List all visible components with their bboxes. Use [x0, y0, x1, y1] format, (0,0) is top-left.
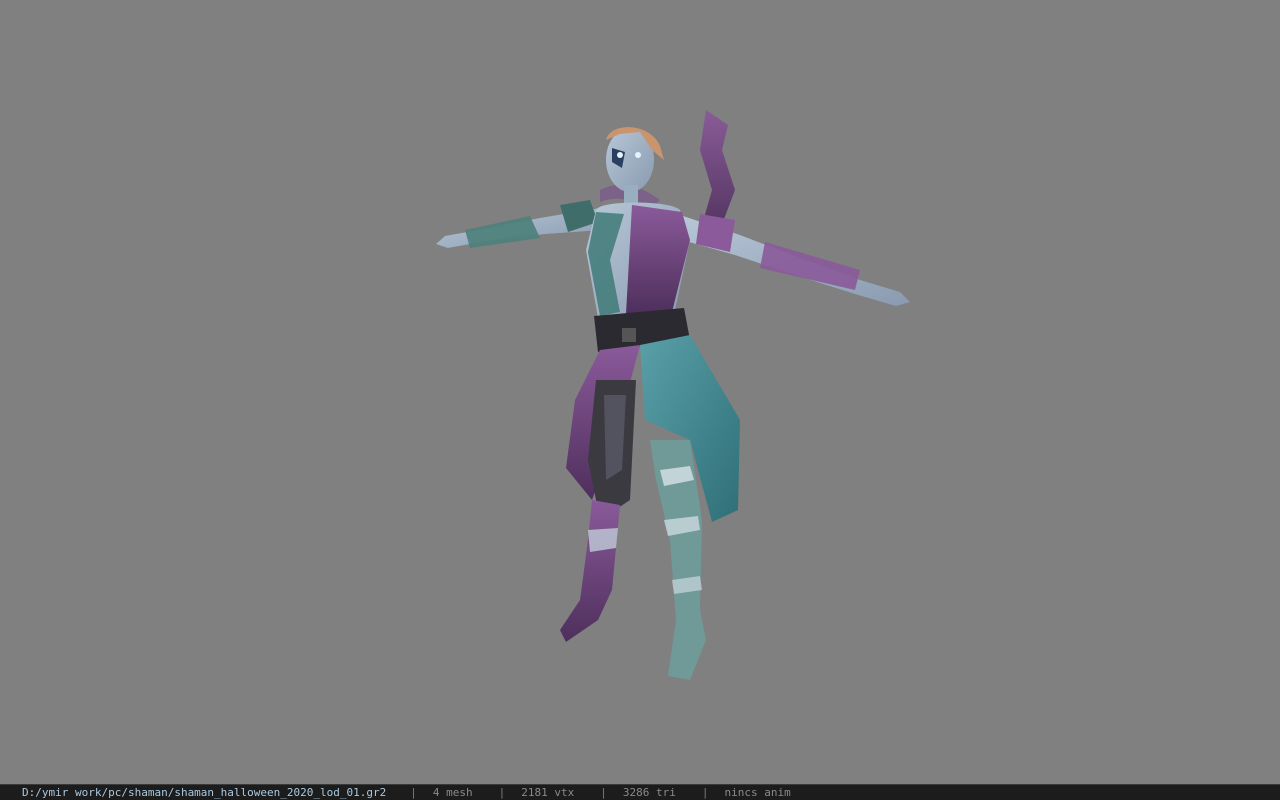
character-model: [436, 110, 910, 680]
animation-status: nincs anim: [724, 785, 791, 799]
left-leg: [560, 500, 620, 642]
triangle-count: 3286 tri: [622, 785, 676, 799]
separator: |: [410, 785, 417, 799]
separator: |: [600, 785, 607, 799]
mesh-count: 4 mesh: [432, 785, 473, 799]
status-bar: D:/ymir work/pc/shaman/shaman_halloween_…: [0, 784, 1280, 800]
vertex-count: 2181 vtx: [521, 785, 575, 799]
file-path: D:/ymir work/pc/shaman/shaman_halloween_…: [22, 785, 387, 799]
3d-viewport[interactable]: [0, 0, 1280, 784]
separator: |: [701, 785, 709, 799]
separator: |: [498, 785, 506, 799]
